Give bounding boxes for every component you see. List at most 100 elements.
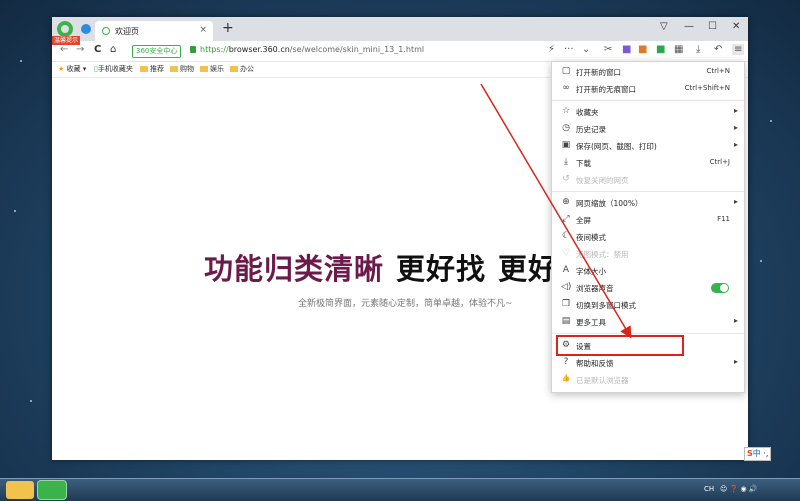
star-bookmark-icon: ★ [58,65,65,73]
back-button[interactable]: ← [60,44,68,55]
skin-icon[interactable]: ▽ [660,21,668,32]
security-badge[interactable]: 360安全中心 [132,45,182,58]
bookmark-recommend[interactable]: 推荐 [140,64,164,74]
menu-separator [552,100,744,101]
language-indicator[interactable]: CH [704,485,714,493]
menu-item-history[interactable]: ◷ 历史记录 ▸ [552,121,744,137]
headline-part1: 功能归类清晰 [204,252,385,286]
taskbar: CH ☺ ❓ ◉ 🔊 [0,478,800,501]
download-toolbar-icon[interactable]: ⤓ [696,44,700,55]
folder-icon [200,66,208,72]
more-dots-icon[interactable]: ··· [564,44,574,55]
forward-button[interactable]: → [76,44,84,55]
zoom-icon: ⊕ [562,197,570,207]
ime-indicator[interactable]: S中 ·, [744,447,772,461]
accelerate-icon[interactable]: ⚡ [548,44,555,55]
menu-item-multi-window[interactable]: ❐ 切换到多窗口模式 [552,297,744,313]
submenu-arrow-icon: ▸ [733,316,738,325]
menu-item-no-image: ♡ 无图模式：禁用 [561,248,629,259]
submenu-arrow-icon: ▸ [733,357,738,366]
close-button[interactable]: ✕ [732,21,740,32]
lock-icon [190,46,196,53]
night-mode-icon: ☾ [561,231,571,241]
bookmark-entertainment[interactable]: 娱乐 [200,64,224,74]
history-icon: ◷ [562,123,570,133]
submenu-arrow-icon: ▸ [733,123,738,132]
folder-icon [140,66,148,72]
menu-item-browser-sound[interactable]: ◁) 浏览器声音 [552,280,744,296]
url-host: browser.360.cn [228,45,290,54]
pinned-tab-icon[interactable] [81,24,91,34]
sound-icon: ◁) [561,282,572,292]
menu-item-help[interactable]: ? 帮助和反馈 ▸ [552,355,744,371]
menu-item-default-browser: 👍 已是默认浏览器 [561,374,629,385]
bookmark-office[interactable]: 办公 [230,64,254,74]
folder-icon [170,66,178,72]
submenu-arrow-icon: ▸ [733,106,738,115]
main-menu-icon[interactable]: ≡ [732,44,745,55]
menu-separator [552,191,744,192]
menu-item-favorites[interactable]: ☆ 收藏夹 ▸ [552,104,744,120]
menu-item-more-tools[interactable]: ▤ 更多工具 ▸ [552,314,744,330]
address-bar[interactable]: https://browser.360.cn/se/welcome/skin_m… [200,45,424,54]
scissors-icon[interactable]: ✂ [604,44,612,55]
menu-item-restore-closed: ↺ 恢复关闭的网页 [562,174,629,185]
restore-icon: ↺ [562,174,570,184]
home-button[interactable]: ⌂ [110,44,116,55]
menu-item-downloads[interactable]: ⤓ 下载 Ctrl+J [552,155,744,171]
star-icon: ☆ [561,106,571,116]
menu-item-new-window[interactable]: ▢ 打开新的窗口 Ctrl+N [552,64,744,80]
window-icon: ▢ [561,66,571,76]
menu-item-save[interactable]: ▣ 保存(网页、截图、打印) ▸ [552,138,744,154]
folder-icon [230,66,238,72]
bookmark-mobile[interactable]: ▯手机收藏夹 [94,64,133,74]
tray-icons[interactable]: ☺ ❓ ◉ 🔊 [720,485,758,493]
extension-green-icon[interactable]: ■ [656,44,665,55]
logo-badge: 温馨提示 [52,36,81,45]
bookmark-shopping[interactable]: 购物 [170,64,194,74]
menu-item-font-size[interactable]: A 字体大小 [552,263,744,279]
360-browser-taskbar-icon[interactable] [38,481,66,499]
tab-welcome[interactable]: 欢迎页 × [95,21,213,41]
menu-item-new-incognito[interactable]: ∞ 打开新的无痕窗口 Ctrl+Shift+N [552,81,744,97]
submenu-arrow-icon: ▸ [733,140,738,149]
undo-icon[interactable]: ↶ [714,44,722,55]
title-bar: 欢迎页 × + ▽ — ☐ ✕ [52,17,748,41]
no-image-icon: ♡ [561,248,571,258]
extension-orange-icon[interactable]: ■ [638,44,647,55]
font-size-icon: A [562,265,570,275]
apps-grid-icon[interactable]: ▦ [674,44,683,55]
reload-button[interactable]: C [94,44,101,55]
extension-purple-icon[interactable]: ■ [622,44,631,55]
address-toolbar: ← → C ⌂ 360安全中心 https://browser.360.cn/s… [52,41,748,62]
welcome-headline: 功能归类清晰 更好找 更好 [204,246,558,288]
download-icon: ⤓ [564,157,568,167]
multi-window-icon: ❐ [561,299,571,309]
minimize-button[interactable]: — [684,21,694,32]
settings-highlight-box [556,335,684,356]
sound-toggle[interactable] [711,283,729,293]
menu-item-fullscreen[interactable]: ⤢ 全屏 F11 [552,212,744,228]
headline-part3: 更好 [498,252,559,286]
file-explorer-taskbar-icon[interactable] [6,481,34,499]
dropdown-chevron-icon[interactable]: ⌄ [582,44,590,55]
tab-close-icon[interactable]: × [199,25,207,35]
thumb-up-icon: 👍 [561,374,571,382]
url-scheme: https:// [200,45,229,54]
url-path: /se/welcome/skin_mini_13_1.html [289,45,425,54]
360-browser-logo-icon[interactable] [57,21,73,37]
menu-separator [552,333,744,334]
new-tab-button[interactable]: + [222,20,234,36]
ime-chinese-label: 中 [752,449,761,458]
bookmark-favorites[interactable]: ★ 收藏 ▾ [58,64,86,74]
ime-dots-icon: ·, [763,449,769,458]
submenu-arrow-icon: ▸ [733,197,738,206]
maximize-button[interactable]: ☐ [708,21,717,32]
menu-item-zoom[interactable]: ⊕ 网页缩放（100%） ▸ [552,195,744,211]
welcome-subline: 全新极简界面，元素随心定制，简单卓越，体验不凡~ [298,299,513,309]
fullscreen-icon: ⤢ [562,214,570,224]
tools-icon: ▤ [561,316,571,326]
tab-title: 欢迎页 [115,27,139,36]
headline-part2: 更好找 [396,252,487,286]
menu-item-night-mode[interactable]: ☾ 夜间模式 [552,229,744,245]
